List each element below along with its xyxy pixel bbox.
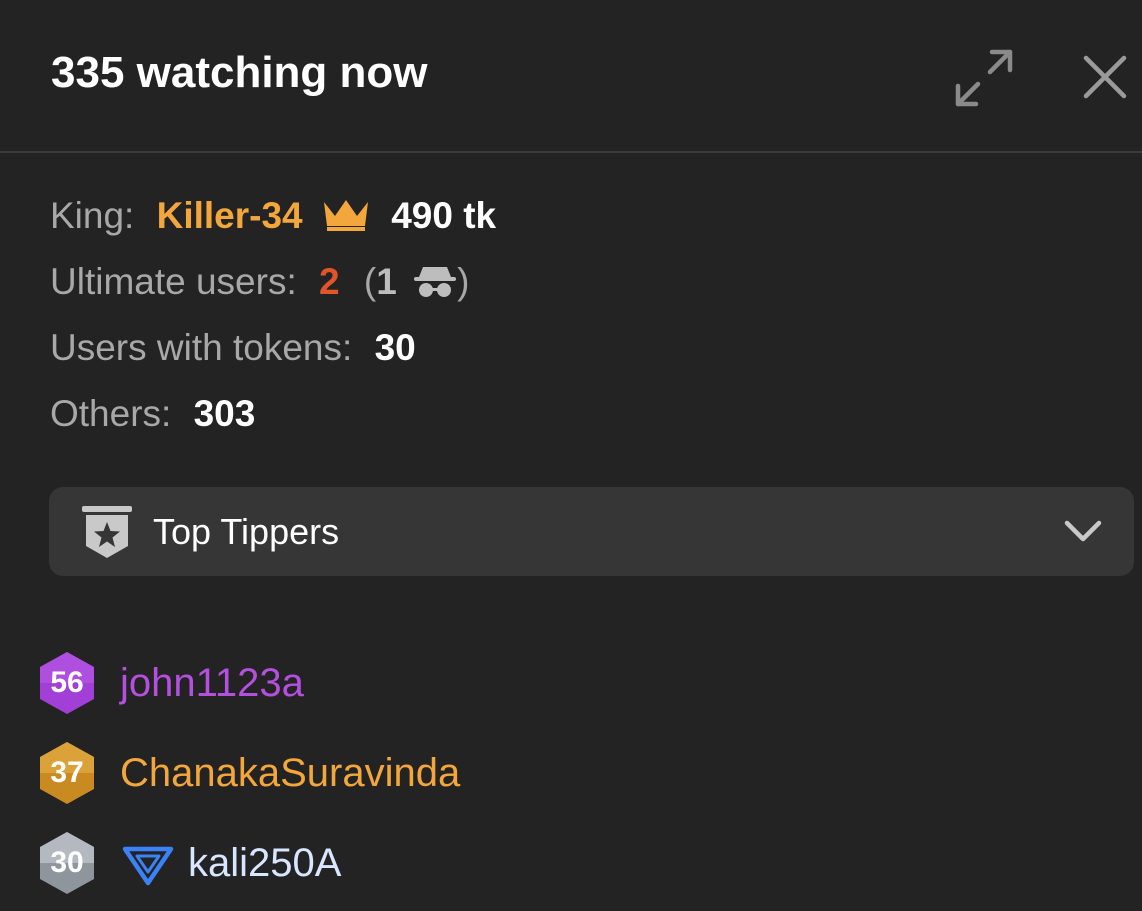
crown-icon [323, 200, 368, 232]
viewers-panel: 335 watching now King: Killer-34 490 tk … [0, 0, 1142, 911]
ultimate-label: Ultimate users: [50, 261, 297, 302]
chevron-down-icon [1064, 520, 1102, 542]
tokens-label: Users with tokens: [50, 327, 353, 368]
king-name[interactable]: Killer-34 [157, 195, 303, 236]
ultimate-count: 2 [319, 261, 340, 302]
king-row: King: Killer-34 490 tk [50, 190, 496, 242]
anon-close-paren: ) [457, 261, 470, 302]
anon-open-paren: ( [363, 261, 377, 302]
blue-triangle-icon [122, 846, 174, 886]
tipper-name[interactable]: kali250A [188, 830, 341, 896]
shield-star-icon [82, 506, 132, 558]
level-number: 30 [50, 846, 84, 879]
top-tippers-dropdown[interactable]: Top Tippers [49, 487, 1134, 576]
tipper-name[interactable]: ChanakaSuravinda [120, 740, 460, 806]
tokens-count: 30 [374, 327, 416, 368]
panel-header: 335 watching now [0, 0, 1142, 153]
king-amount: 490 tk [391, 195, 497, 236]
level-number: 56 [50, 666, 84, 699]
close-button[interactable] [1080, 52, 1130, 102]
expand-icon [955, 49, 1013, 107]
others-row: Others: 303 [50, 388, 255, 440]
dropdown-label: Top Tippers [153, 511, 340, 552]
level-number: 37 [50, 756, 84, 789]
anon-count: 1 [376, 261, 397, 302]
others-count: 303 [193, 393, 256, 434]
ultimate-row: Ultimate users: 2 (1 ) [50, 256, 469, 308]
incognito-icon [414, 267, 457, 298]
expand-button[interactable] [954, 48, 1014, 108]
others-label: Others: [50, 393, 172, 434]
page-title: 335 watching now [51, 48, 428, 97]
close-icon [1083, 55, 1127, 99]
king-label: King: [50, 195, 135, 236]
tokens-row: Users with tokens: 30 [50, 322, 416, 374]
tipper-name[interactable]: john1123a [120, 650, 304, 716]
